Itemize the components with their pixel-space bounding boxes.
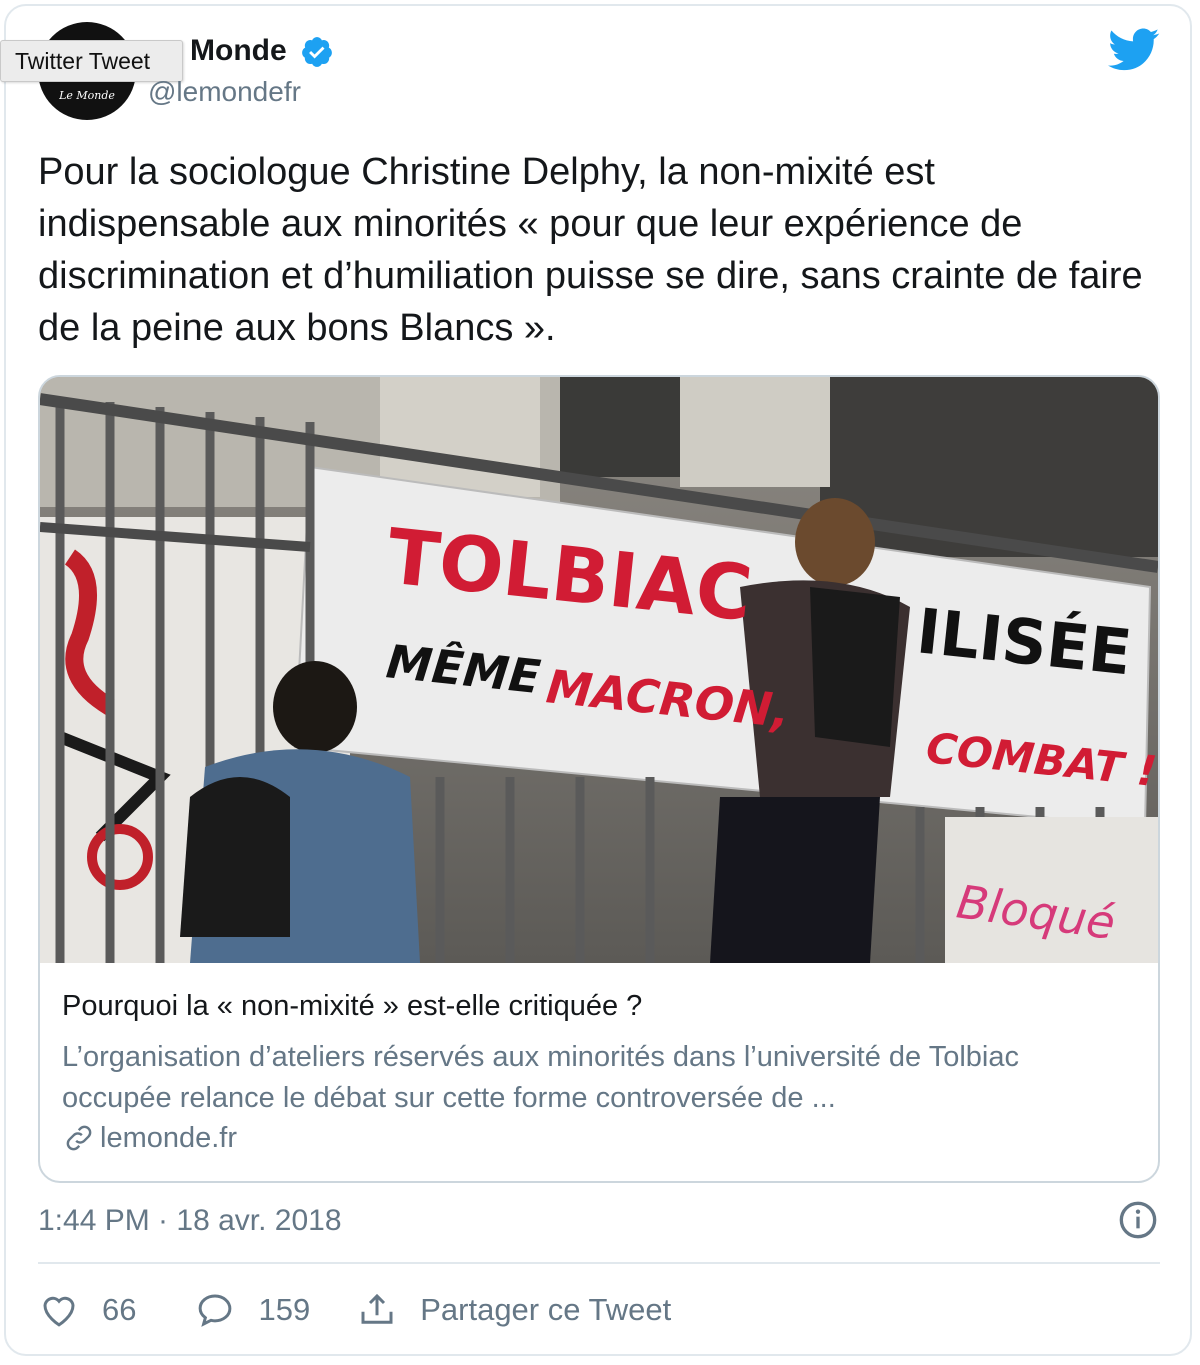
article-photo: TOLBIAC ILISÉE MÊME MACRON, COMBAT ! Blo… xyxy=(40,377,1158,963)
link-domain: lemonde.fr xyxy=(100,1121,238,1154)
share-button[interactable]: Partager ce Tweet xyxy=(356,1289,671,1331)
share-icon xyxy=(361,1293,393,1324)
tweet-text: Pour la sociologue Christine Delphy, la … xyxy=(38,151,1143,349)
author-name[interactable]: Monde xyxy=(190,34,287,68)
verified-badge-icon xyxy=(302,37,332,67)
link-title[interactable]: Pourquoi la « non-mixité » est-elle crit… xyxy=(62,990,642,1023)
tweet-timestamp[interactable]: 1:44 PM · 18 avr. 2018 xyxy=(38,1204,342,1238)
avatar-logo-text: Le Monde xyxy=(59,89,115,102)
divider xyxy=(38,1262,1160,1264)
like-count: 66 xyxy=(102,1292,137,1327)
info-icon[interactable] xyxy=(1118,1200,1158,1240)
twitter-bird-icon[interactable] xyxy=(1108,28,1160,72)
link-domain-row[interactable]: lemonde.fr xyxy=(62,1121,237,1155)
reply-bubble-icon xyxy=(199,1294,232,1327)
link-description: L’organisation d’ateliers réservés aux m… xyxy=(62,1041,1019,1114)
reply-button[interactable]: 159 xyxy=(194,1289,310,1331)
link-icon xyxy=(66,1125,92,1151)
reply-count: 159 xyxy=(258,1292,311,1327)
link-preview-card[interactable]: TOLBIAC ILISÉE MÊME MACRON, COMBAT ! Blo… xyxy=(38,375,1160,1183)
author-handle[interactable]: @lemondefr xyxy=(148,76,301,108)
heart-icon xyxy=(43,1296,75,1327)
like-button[interactable]: 66 xyxy=(38,1289,136,1331)
share-label: Partager ce Tweet xyxy=(420,1292,672,1327)
action-bar: 66 159 Partager ce Tweet xyxy=(38,1286,671,1334)
